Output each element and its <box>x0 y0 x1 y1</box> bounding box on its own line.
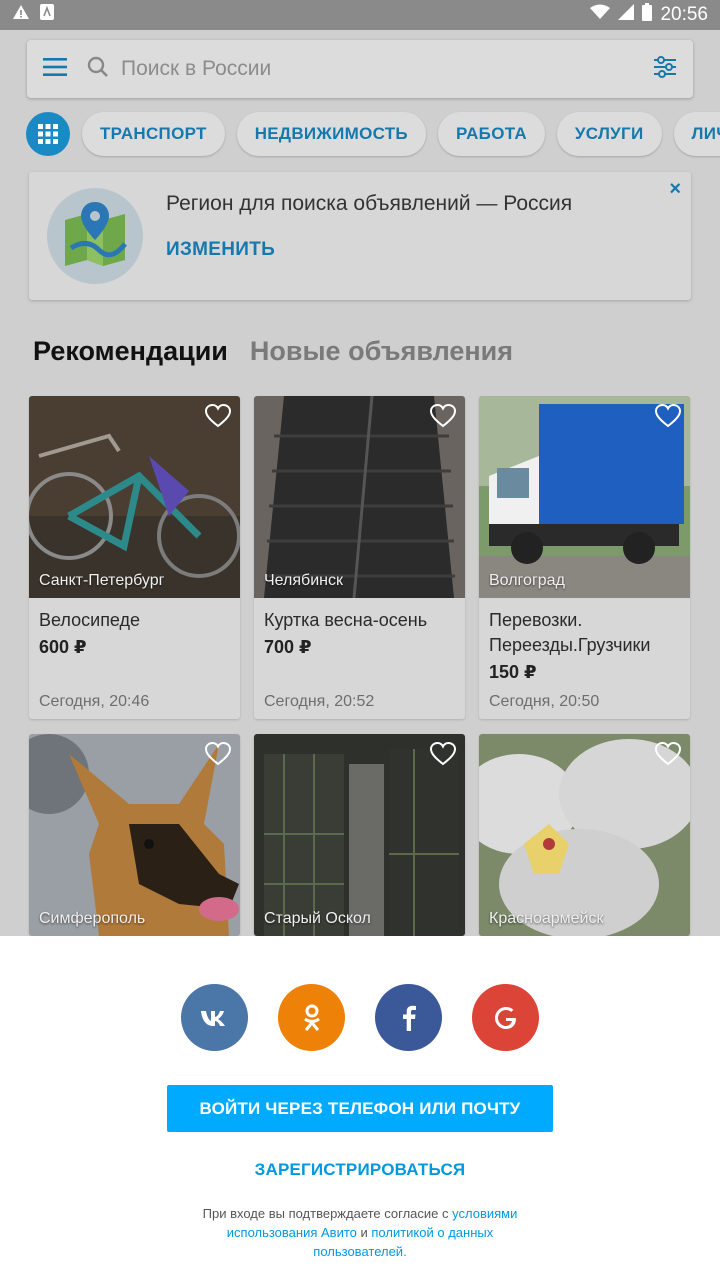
listing-price: 700 ₽ <box>264 637 312 657</box>
listing-title: Куртка весна-осень <box>264 610 428 630</box>
listing-photo: Санкт-Петербург <box>29 396 240 598</box>
battery-icon <box>642 3 653 27</box>
category-chip-realty[interactable]: НЕДВИЖИМОСТЬ <box>236 112 426 156</box>
listing-card[interactable]: Старый Оскол <box>254 734 465 936</box>
search-bar[interactable]: Поиск в России <box>27 40 693 98</box>
login-phone-email-button[interactable]: ВОЙТИ ЧЕРЕЗ ТЕЛЕФОН ИЛИ ПОЧТУ <box>167 1085 553 1132</box>
region-banner: Регион для поиска объявлений — Россия ИЗ… <box>29 172 691 300</box>
google-icon <box>494 1006 516 1029</box>
category-chip-services[interactable]: УСЛУГИ <box>556 112 662 156</box>
tab-new-listings[interactable]: Новые объявления <box>250 336 513 367</box>
listing-title: Велосипеде <box>39 610 141 630</box>
signal-icon <box>618 4 635 26</box>
feed-tabs: Рекомендации Новые объявления <box>33 336 513 367</box>
listing-date: Сегодня, 20:52 <box>264 693 375 710</box>
listing-city: Симферополь <box>39 910 146 927</box>
listing-card[interactable]: Симферополь <box>29 734 240 936</box>
filter-icon[interactable] <box>653 55 677 83</box>
category-chips: ТРАНСПОРТ НЕДВИЖИМОСТЬ РАБОТА УСЛУГИ ЛИЧ <box>26 112 720 156</box>
notification-app-icon <box>40 4 54 26</box>
menu-icon[interactable] <box>43 57 67 82</box>
status-bar: 20:56 <box>0 0 720 30</box>
listing-photo: Челябинск <box>254 396 465 598</box>
google-login-button[interactable] <box>472 984 539 1051</box>
listing-city: Волгоград <box>489 572 565 589</box>
listing-city: Санкт-Петербург <box>39 572 165 589</box>
listing-city: Челябинск <box>264 572 343 589</box>
tab-recommendations[interactable]: Рекомендации <box>33 336 228 367</box>
listing-card[interactable]: Санкт-Петербург Велосипеде 600 ₽ Сегодня… <box>29 396 240 719</box>
favorite-heart-icon[interactable] <box>654 741 682 771</box>
legal-notice: При входе вы подтверждаете согласие с ус… <box>180 1204 540 1261</box>
listing-photo: Симферополь <box>29 734 240 936</box>
register-link[interactable]: ЗАРЕГИСТРИРОВАТЬСЯ <box>0 1160 720 1180</box>
wifi-icon <box>590 4 611 26</box>
ok-login-button[interactable] <box>278 984 345 1051</box>
favorite-heart-icon[interactable] <box>654 403 682 433</box>
favorite-heart-icon[interactable] <box>204 403 232 433</box>
favorite-heart-icon[interactable] <box>429 403 457 433</box>
close-icon[interactable]: × <box>669 178 681 201</box>
category-chip-transport[interactable]: ТРАНСПОРТ <box>82 112 225 156</box>
map-pin-icon <box>47 188 143 284</box>
favorite-heart-icon[interactable] <box>204 741 232 771</box>
status-time: 20:56 <box>660 4 708 25</box>
warning-icon <box>12 4 30 26</box>
listing-title: Перевозки. Переезды.Грузчики <box>489 610 651 655</box>
odnoklassniki-icon <box>303 1004 320 1031</box>
all-categories-button[interactable] <box>26 112 70 156</box>
legal-text-and: и <box>356 1225 372 1240</box>
category-chip-personal[interactable]: ЛИЧ <box>673 112 720 156</box>
search-icon <box>87 56 109 83</box>
legal-text-suffix: . <box>403 1244 407 1259</box>
legal-text-prefix: При входе вы подтверждаете согласие с <box>202 1206 453 1221</box>
listing-card[interactable]: Красноармейск <box>479 734 690 936</box>
facebook-login-button[interactable] <box>375 984 442 1051</box>
listing-date: Сегодня, 20:46 <box>39 693 150 710</box>
listing-city: Старый Оскол <box>264 910 371 927</box>
listing-price: 150 ₽ <box>489 662 537 682</box>
grid-icon <box>38 124 58 144</box>
listing-city: Красноармейск <box>489 910 604 927</box>
listing-date: Сегодня, 20:50 <box>489 693 600 710</box>
listing-photo: Старый Оскол <box>254 734 465 936</box>
listing-photo: Волгоград <box>479 396 690 598</box>
category-chip-jobs[interactable]: РАБОТА <box>437 112 545 156</box>
listing-price: 600 ₽ <box>39 637 87 657</box>
vk-login-button[interactable] <box>181 984 248 1051</box>
listing-card[interactable]: Челябинск Куртка весна-осень 700 ₽ Сегод… <box>254 396 465 719</box>
facebook-icon <box>402 1005 416 1031</box>
favorite-heart-icon[interactable] <box>429 741 457 771</box>
listing-card[interactable]: Волгоград Перевозки. Переезды.Грузчики 1… <box>479 396 690 719</box>
region-banner-text: Регион для поиска объявлений — Россия <box>166 192 573 215</box>
vk-icon <box>200 1010 225 1026</box>
search-input[interactable]: Поиск в России <box>121 57 653 81</box>
change-region-button[interactable]: ИЗМЕНИТЬ <box>166 239 275 261</box>
listing-photo: Красноармейск <box>479 734 690 936</box>
login-bottom-sheet: ВОЙТИ ЧЕРЕЗ ТЕЛЕФОН ИЛИ ПОЧТУ ЗАРЕГИСТРИ… <box>0 936 720 1280</box>
